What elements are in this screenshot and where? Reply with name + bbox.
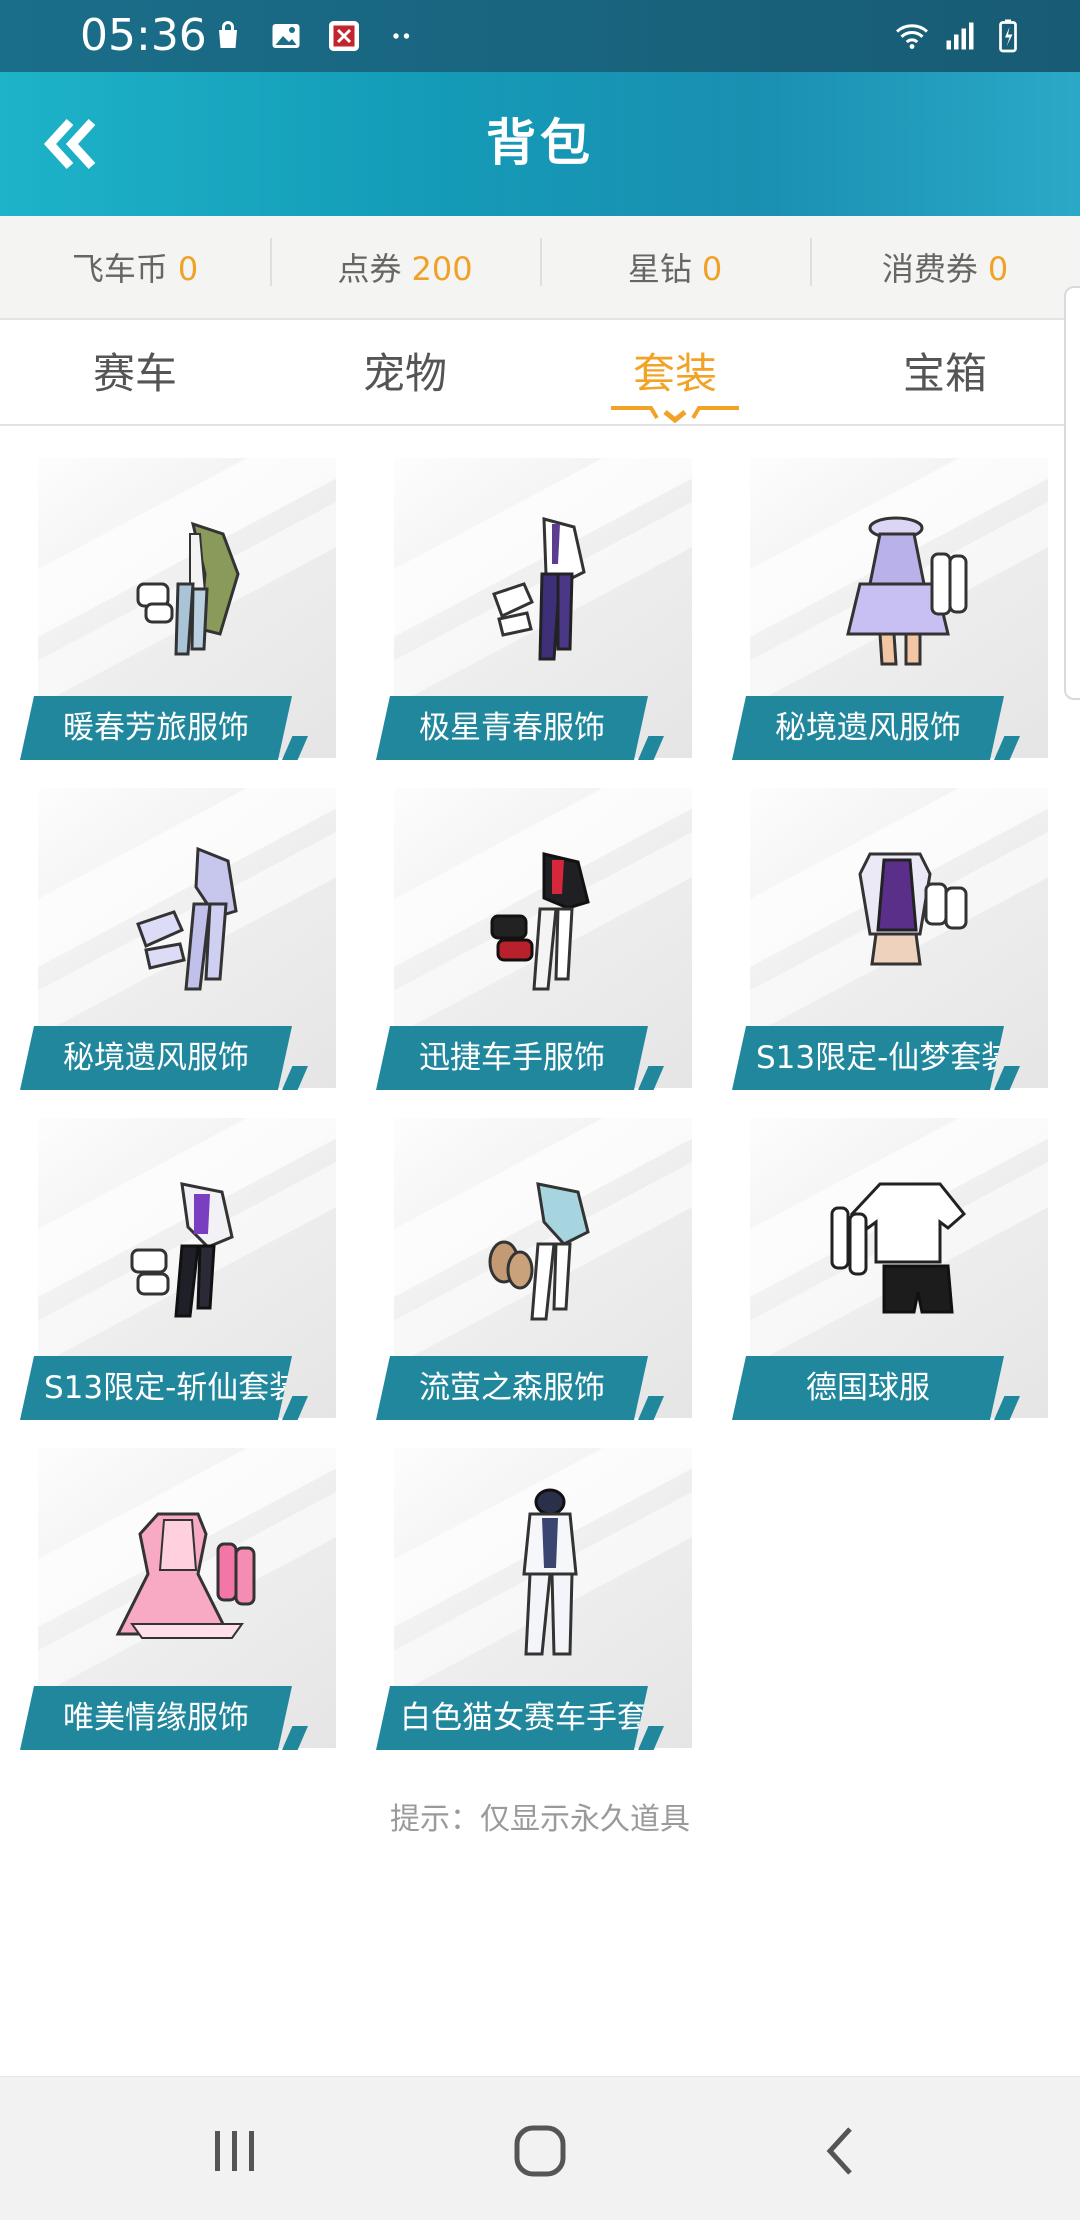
outfit-icon [98, 1154, 278, 1334]
outfit-card[interactable]: S13限定-斩仙套装 [20, 1118, 356, 1434]
currency-label: 消费券 [881, 250, 978, 288]
signal-icon [942, 18, 978, 54]
currency-label: 星钻 [627, 250, 692, 288]
tab-chests[interactable]: 宝箱 [810, 322, 1080, 424]
tab-pets[interactable]: 宠物 [270, 322, 540, 424]
outfit-card[interactable]: 迅捷车手服饰 [376, 788, 712, 1104]
outfit-grid: 暖春芳旅服饰 极星青春服饰 秘境遗风服饰 秘境遗风服饰 迅捷车手服饰 S13限定… [20, 458, 1060, 1764]
tab-label: 套装 [632, 349, 717, 398]
currency-value: 0 [177, 250, 199, 288]
outfit-card[interactable]: 秘境遗风服饰 [732, 458, 1068, 774]
outfit-name: S13限定-仙梦套装 [732, 1026, 1004, 1090]
wifi-icon [894, 18, 930, 54]
outfit-card[interactable]: S13限定-仙梦套装 [732, 788, 1068, 1104]
outfit-icon [98, 1484, 278, 1664]
outfit-icon [454, 824, 634, 1004]
outfit-card[interactable]: 暖春芳旅服饰 [20, 458, 356, 774]
outfit-name: 迅捷车手服饰 [376, 1026, 648, 1090]
outfit-name: 秘境遗风服饰 [20, 1026, 292, 1090]
outfit-icon [454, 494, 634, 674]
currency-xingzuan: 星钻 0 [540, 238, 810, 290]
outfit-name: 极星青春服饰 [376, 696, 648, 760]
outfit-name: 暖春芳旅服饰 [20, 696, 292, 760]
currency-label: 飞车币 [71, 250, 168, 288]
outfit-name: 唯美情缘服饰 [20, 1686, 292, 1750]
status-bar: 05:36 [0, 0, 1080, 72]
currency-xiaofeiquan: 消费券 0 [810, 238, 1080, 290]
active-tab-indicator [611, 406, 739, 424]
outfit-card[interactable]: 唯美情缘服饰 [20, 1448, 356, 1764]
outfit-icon [454, 1154, 634, 1334]
page-title: 背包 [486, 114, 594, 172]
back-icon[interactable] [812, 2121, 872, 2181]
currency-bar: 飞车币 0 点券 200 星钻 0 消费券 0 [0, 216, 1080, 320]
more-dots-icon [384, 18, 420, 54]
status-system-icons [894, 14, 1026, 58]
currency-value: 200 [411, 250, 473, 288]
outfit-card[interactable]: 德国球服 [732, 1118, 1068, 1434]
system-nav-bar [0, 2076, 1080, 2220]
outfit-icon [810, 824, 990, 1004]
outfit-name: 流萤之森服饰 [376, 1356, 648, 1420]
status-time: 05:36 [80, 10, 207, 61]
outfit-card[interactable]: 秘境遗风服饰 [20, 788, 356, 1104]
currency-value: 0 [701, 250, 723, 288]
outfit-icon [810, 1154, 990, 1334]
outfit-icon [454, 1484, 634, 1664]
tab-cars[interactable]: 赛车 [0, 322, 270, 424]
outfit-name: 德国球服 [732, 1356, 1004, 1420]
battery-icon [990, 18, 1026, 54]
recent-apps-icon[interactable] [205, 2121, 265, 2181]
home-icon[interactable] [510, 2121, 570, 2181]
currency-feichebi: 飞车币 0 [0, 244, 270, 290]
outfit-name: 白色猫女赛车手套装 [376, 1686, 648, 1750]
hint-text: 提示：仅显示永久道具 [390, 1802, 690, 1837]
outfit-card[interactable]: 流萤之森服饰 [376, 1118, 712, 1434]
outfit-name: 秘境遗风服饰 [732, 696, 1004, 760]
status-notification-icons [210, 16, 420, 56]
outfit-icon [810, 494, 990, 674]
gallery-icon [268, 18, 304, 54]
outfit-name: S13限定-斩仙套装 [20, 1356, 292, 1420]
outfit-card[interactable]: 极星青春服饰 [376, 458, 712, 774]
app-header: 背包 [0, 72, 1080, 216]
outfit-card[interactable]: 白色猫女赛车手套装 [376, 1448, 712, 1764]
currency-dianquan: 点券 200 [270, 238, 540, 290]
tab-outfits[interactable]: 套装 [540, 322, 810, 424]
currency-value: 0 [987, 250, 1009, 288]
app-badge-icon [326, 18, 362, 54]
category-tabs: 赛车 宠物 套装 宝箱 [0, 322, 1080, 426]
outfit-icon [98, 824, 278, 1004]
shopping-bag-icon [210, 18, 246, 54]
currency-label: 点券 [337, 250, 402, 288]
outfit-icon [98, 494, 278, 674]
